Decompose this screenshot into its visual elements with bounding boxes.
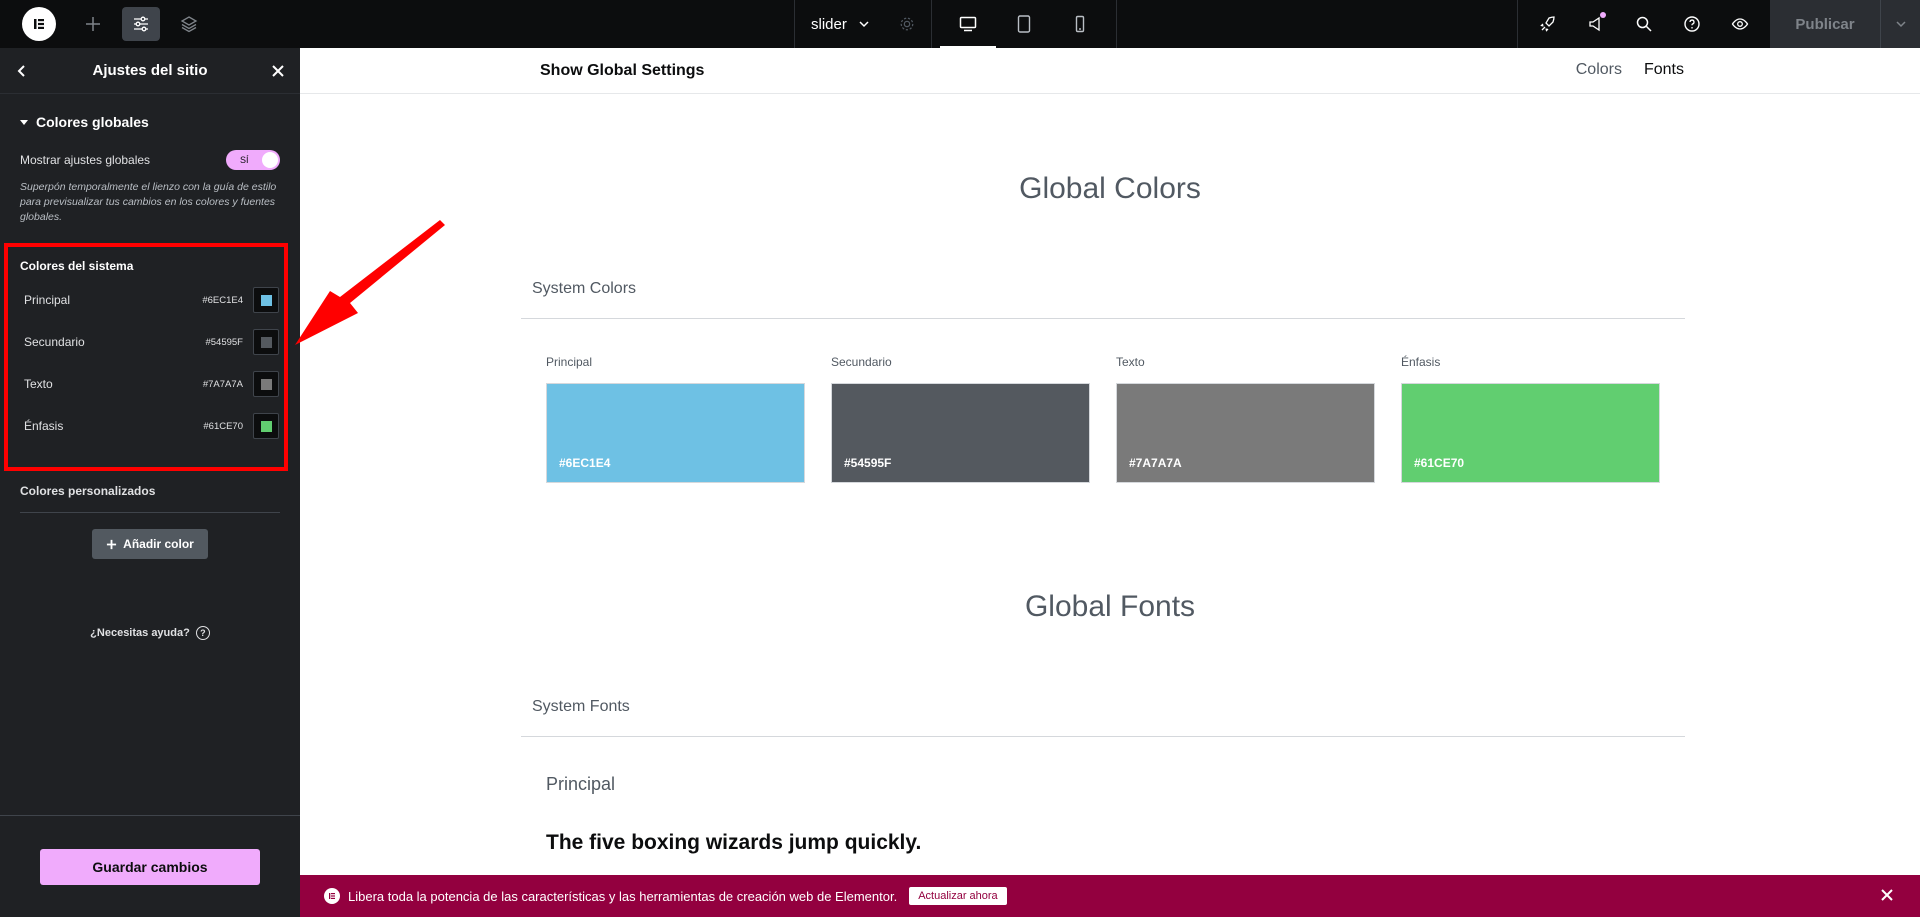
toggle-label: Mostrar ajustes globales: [20, 153, 151, 167]
need-help-label: ¿Necesitas ayuda?: [90, 627, 190, 639]
panel-footer: Guardar cambios: [0, 815, 300, 917]
close-icon[interactable]: [270, 63, 286, 79]
back-arrow-icon[interactable]: [14, 63, 30, 79]
preview-canvas: Show Global Settings Colors Fonts Global…: [300, 48, 1920, 875]
color-card-label: Principal: [546, 355, 593, 369]
question-icon: ?: [195, 626, 210, 640]
show-global-settings-toggle[interactable]: SÍ: [226, 150, 280, 170]
divider: [20, 512, 280, 513]
search-button[interactable]: [1620, 0, 1668, 48]
question-circle-icon: [1684, 16, 1700, 32]
tablet-device-button[interactable]: [996, 0, 1052, 48]
global-settings-bar: Show Global Settings Colors Fonts: [300, 48, 1920, 94]
color-card-label: Secundario: [831, 355, 892, 369]
eye-icon: [1731, 18, 1749, 30]
fonts-link[interactable]: Fonts: [1644, 61, 1684, 79]
global-colors-heading: Global Colors: [1019, 172, 1201, 205]
colors-link[interactable]: Colors: [1576, 61, 1622, 79]
custom-colors-title: Colores personalizados: [20, 484, 156, 498]
color-card-hex: #7A7A7A: [1129, 456, 1182, 470]
panel-header: Ajustes del sitio: [0, 48, 300, 94]
layers-icon: [180, 16, 198, 33]
publish-options-button[interactable]: [1880, 0, 1920, 48]
sliders-icon: [134, 16, 148, 32]
global-settings-title: Show Global Settings: [540, 62, 705, 79]
color-card: #6EC1E4: [546, 383, 805, 483]
gear-icon[interactable]: [899, 16, 915, 32]
global-fonts-heading: Global Fonts: [1024, 590, 1196, 623]
system-colors-heading: System Colors: [532, 280, 637, 297]
color-card-hex: #6EC1E4: [559, 456, 611, 470]
page-name: slider: [811, 15, 847, 33]
divider: [521, 736, 1685, 737]
search-icon: [1636, 16, 1652, 32]
add-element-button[interactable]: [74, 7, 112, 41]
toggle-knob: [262, 152, 278, 168]
add-color-label: Añadir color: [123, 537, 194, 551]
panel-title: Ajustes del sitio: [92, 62, 208, 79]
site-settings-button[interactable]: [122, 7, 160, 41]
need-help-link[interactable]: ¿Necesitas ayuda? ?: [0, 626, 300, 640]
plus-icon: [107, 539, 117, 549]
section-title: Colores globales: [36, 114, 149, 130]
toggle-help-text: Superpón temporalmente el lienzo con la …: [20, 181, 277, 223]
upgrade-now-button[interactable]: Actualizar ahora: [909, 887, 1007, 905]
show-global-settings-row: Mostrar ajustes globales SÍ: [0, 130, 300, 170]
save-changes-button[interactable]: Guardar cambios: [40, 849, 260, 885]
font-sample: The five boxing wizards jump quickly.: [546, 831, 922, 854]
rocket-icon: [1540, 16, 1555, 32]
add-color-button[interactable]: Añadir color: [92, 529, 208, 559]
close-icon[interactable]: [1880, 888, 1894, 902]
chevron-down-icon: [859, 21, 869, 28]
mobile-device-button[interactable]: [1052, 0, 1108, 48]
tablet-icon: [1017, 15, 1031, 33]
annotation-arrow-icon: [295, 220, 445, 345]
mobile-icon: [1075, 15, 1085, 33]
plus-icon: [86, 17, 100, 31]
desktop-device-button[interactable]: [939, 0, 996, 48]
preview-button[interactable]: [1716, 0, 1764, 48]
highlight-box: [4, 243, 288, 471]
toggle-value: SÍ: [240, 155, 249, 165]
color-card: #61CE70: [1401, 383, 1660, 483]
color-card: #7A7A7A: [1116, 383, 1375, 483]
system-fonts-heading: System Fonts: [532, 698, 630, 715]
whats-new-button[interactable]: [1572, 0, 1620, 48]
elementor-logo[interactable]: [22, 7, 56, 41]
upgrade-button[interactable]: [1524, 0, 1572, 48]
color-card: #54595F: [831, 383, 1090, 483]
global-colors-section-toggle[interactable]: Colores globales: [0, 94, 300, 130]
color-card-label: Texto: [1116, 355, 1145, 369]
color-card-hex: #54595F: [844, 456, 892, 470]
notification-dot: [1600, 12, 1606, 18]
caret-down-icon: [20, 119, 28, 125]
color-card-label: Énfasis: [1401, 355, 1441, 369]
font-label: Principal: [546, 774, 616, 794]
promo-message: Libera toda la potencia de las caracterí…: [348, 888, 898, 904]
publish-button[interactable]: Publicar: [1770, 0, 1880, 48]
chevron-down-icon: [1895, 21, 1906, 28]
site-settings-panel: Ajustes del sitio Colores globales Mostr…: [0, 48, 300, 917]
elementor-icon: [324, 888, 340, 904]
divider: [521, 318, 1685, 319]
desktop-icon: [959, 16, 977, 32]
page-selector[interactable]: slider: [794, 0, 932, 48]
structure-button[interactable]: [170, 7, 208, 41]
help-button[interactable]: [1668, 0, 1716, 48]
color-card-hex: #61CE70: [1414, 456, 1465, 470]
promo-banner: Libera toda la potencia de las caracterí…: [300, 875, 1920, 917]
top-bar: slider Publicar: [0, 0, 1920, 48]
